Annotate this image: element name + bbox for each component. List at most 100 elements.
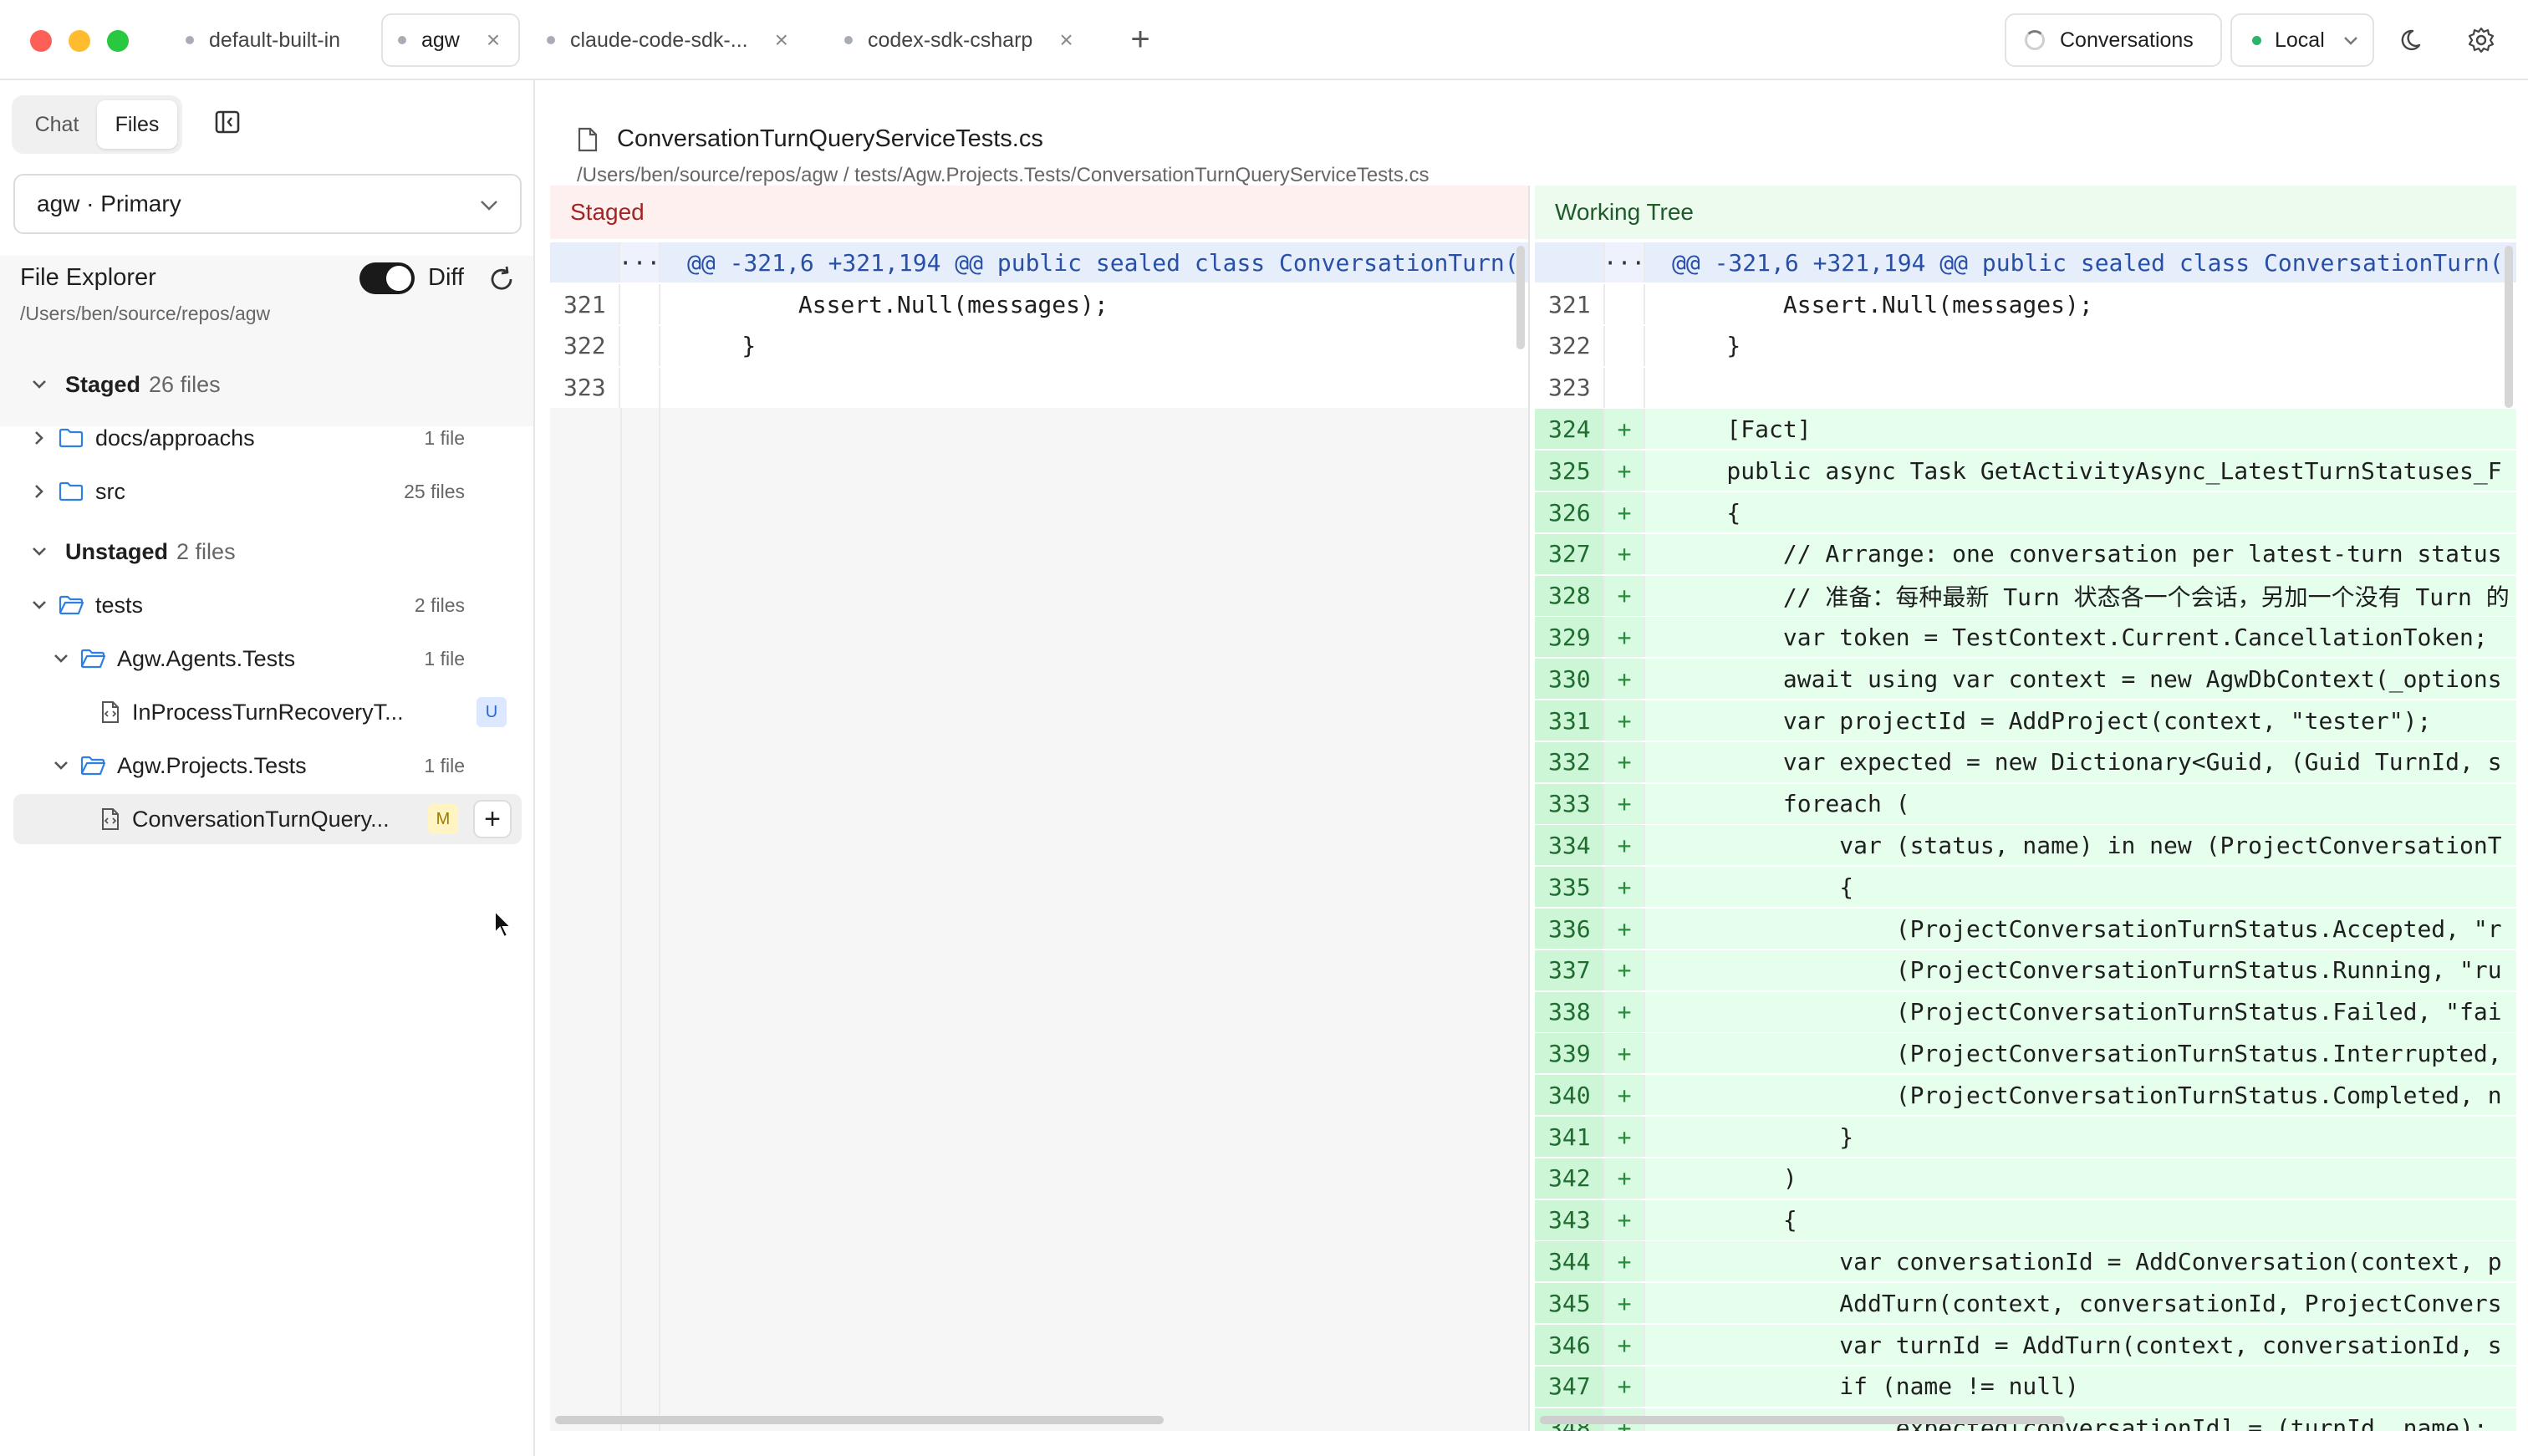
- environment-label: Local: [2275, 28, 2325, 52]
- diff-marker: +: [1605, 949, 1645, 990]
- added-code-line: 334 + var (status, name) in new (ProjectC…: [1535, 825, 2516, 866]
- line-number: 329: [1535, 617, 1605, 658]
- settings-gear-icon[interactable]: [2463, 22, 2500, 59]
- expand-hunk-icon[interactable]: ···: [1603, 242, 1645, 283]
- environment-select[interactable]: Local: [2230, 13, 2374, 67]
- chevron-down-icon: [50, 648, 72, 669]
- code-text: var token = TestContext.Current.Cancella…: [1670, 623, 2488, 651]
- added-code-line: 332 + var expected = new Dictionary<Guid,…: [1535, 741, 2516, 782]
- collapse-sidebar-icon[interactable]: [211, 105, 244, 139]
- folder-name: tests: [95, 592, 144, 618]
- code-text: // Arrange: one conversation per latest-…: [1670, 540, 2502, 568]
- diff-marker: +: [1605, 659, 1645, 700]
- code-text: [Fact]: [1670, 415, 1812, 443]
- tree-file-inprocess-turn-recovery[interactable]: InProcessTurnRecoveryT... U: [13, 687, 522, 737]
- code-text: (ProjectConversationTurnStatus.Interrupt…: [1670, 1039, 2502, 1067]
- code-text: {: [1670, 873, 1854, 901]
- new-tab-plus-icon[interactable]: +: [1122, 18, 1159, 60]
- tree-folder-tests[interactable]: tests 2 files: [13, 580, 522, 630]
- code-line: 322 }: [550, 325, 1528, 366]
- code-text: (ProjectConversationTurnStatus.Failed, "…: [1670, 998, 2502, 1026]
- vertical-scrollbar[interactable]: [2505, 246, 2513, 408]
- tree-folder-agw-projects-tests[interactable]: Agw.Projects.Tests 1 file: [13, 741, 522, 791]
- line-number: 328: [1535, 575, 1605, 616]
- untracked-badge: U: [477, 697, 507, 727]
- sidebar: Chat Files agw · Primary File Explorer D…: [0, 80, 535, 1456]
- code-line: 323: [1535, 367, 2516, 408]
- tab-close-icon[interactable]: ×: [487, 28, 500, 52]
- code-file-icon: [100, 700, 120, 724]
- code-text: }: [1670, 332, 1741, 360]
- line-number: 347: [1535, 1366, 1605, 1407]
- theme-moon-icon[interactable]: [2396, 22, 2433, 59]
- file-count: 1 file: [424, 647, 465, 669]
- horizontal-scrollbar[interactable]: [555, 1416, 1164, 1424]
- line-number: 323: [1535, 367, 1605, 408]
- staged-section-header[interactable]: Staged 26 files: [13, 359, 522, 410]
- conversations-button[interactable]: Conversations: [2005, 13, 2222, 67]
- code-text: AddTurn(context, conversationId, Project…: [1670, 1289, 2502, 1317]
- code-text: public async Task GetActivityAsync_Lates…: [1670, 456, 2502, 485]
- tab-claude-code-sdk[interactable]: claude-code-sdk-... ×: [535, 13, 819, 67]
- tree-folder-src[interactable]: src 25 files: [13, 466, 522, 517]
- added-code-line: 340 + (ProjectConversationTurnStatus.Comp…: [1535, 1075, 2516, 1116]
- line-number: 330: [1535, 659, 1605, 700]
- files-tab[interactable]: Files: [97, 100, 177, 149]
- tab-codex-sdk-csharp[interactable]: codex-sdk-csharp ×: [833, 13, 1100, 67]
- added-code-line: 327 + // Arrange: one conversation per la…: [1535, 533, 2516, 574]
- staged-pane: Staged ··· @@ -321,6 +321,194 @@ public …: [550, 186, 1530, 1431]
- tree-file-conversation-turn-query[interactable]: ConversationTurnQuery... M +: [13, 794, 522, 844]
- line-number: 324: [1535, 409, 1605, 450]
- diff-label: Diff: [428, 264, 464, 291]
- tree-folder-agw-agents-tests[interactable]: Agw.Agents.Tests 1 file: [13, 634, 522, 684]
- added-code-line: 338 + (ProjectConversationTurnStatus.Fail…: [1535, 991, 2516, 1032]
- diff-marker: +: [1605, 1075, 1645, 1116]
- hunk-header-row[interactable]: ··· @@ -321,6 +321,194 @@ public sealed …: [550, 242, 1528, 283]
- expand-hunk-icon[interactable]: ···: [619, 242, 660, 283]
- line-number: 339: [1535, 1033, 1605, 1074]
- line-number: 345: [1535, 1283, 1605, 1324]
- unstaged-label: Unstaged: [65, 538, 169, 564]
- code-text: Assert.Null(messages);: [1670, 290, 2093, 318]
- tab-close-icon[interactable]: ×: [1059, 28, 1073, 52]
- added-code-line: 337 + (ProjectConversationTurnStatus.Runn…: [1535, 949, 2516, 990]
- diff-toggle[interactable]: [359, 262, 415, 294]
- diff-marker: +: [1605, 991, 1645, 1032]
- staged-label: Staged: [65, 371, 141, 397]
- chat-files-segmented-control: Chat Files: [12, 95, 182, 154]
- minimize-window-button[interactable]: [69, 30, 90, 52]
- line-number: 336: [1535, 909, 1605, 949]
- working-tree-pane-title: Working Tree: [1535, 186, 2516, 239]
- chevron-right-icon: [28, 481, 50, 502]
- diff-marker: +: [1605, 1366, 1645, 1407]
- tree-folder-docs-approachs[interactable]: docs/approachs 1 file: [13, 413, 522, 463]
- added-code-line: 326 + {: [1535, 492, 2516, 532]
- stage-file-plus-button[interactable]: +: [473, 800, 512, 838]
- file-path: /Users/ben/source/repos/agw / tests/Agw.…: [577, 164, 1430, 186]
- close-window-button[interactable]: [30, 30, 52, 52]
- tab-default-built-in[interactable]: default-built-in: [177, 13, 363, 67]
- horizontal-scrollbar[interactable]: [1540, 1416, 2065, 1424]
- tab-close-icon[interactable]: ×: [775, 28, 788, 52]
- diff-marker: +: [1605, 741, 1645, 782]
- file-header: ConversationTurnQueryServiceTests.cs /Us…: [550, 97, 2515, 186]
- diff-marker: +: [1605, 825, 1645, 866]
- added-code-line: 342 + ): [1535, 1158, 2516, 1199]
- chat-tab[interactable]: Chat: [17, 100, 97, 149]
- vertical-scrollbar[interactable]: [1516, 246, 1525, 349]
- file-count: 1 file: [424, 754, 465, 776]
- project-select[interactable]: agw · Primary: [13, 174, 522, 234]
- staged-count: 26 files: [149, 371, 221, 397]
- added-code-line: 344 + var conversationId = AddConversatio…: [1535, 1241, 2516, 1282]
- added-code-line: 331 + var projectId = AddProject(context,…: [1535, 700, 2516, 741]
- tab-agw[interactable]: agw ×: [381, 13, 520, 67]
- code-text: var conversationId = AddConversation(con…: [1670, 1247, 2502, 1275]
- folder-open-icon: [59, 594, 84, 616]
- line-number: 343: [1535, 1199, 1605, 1240]
- diff-marker: +: [1605, 1283, 1645, 1324]
- line-number: 337: [1535, 949, 1605, 990]
- refresh-icon[interactable]: [485, 262, 518, 296]
- hunk-header-row[interactable]: ··· @@ -321,6 +321,194 @@ public sealed …: [1535, 242, 2516, 283]
- zoom-window-button[interactable]: [107, 30, 129, 52]
- unstaged-section-header[interactable]: Unstaged 2 files: [13, 527, 522, 577]
